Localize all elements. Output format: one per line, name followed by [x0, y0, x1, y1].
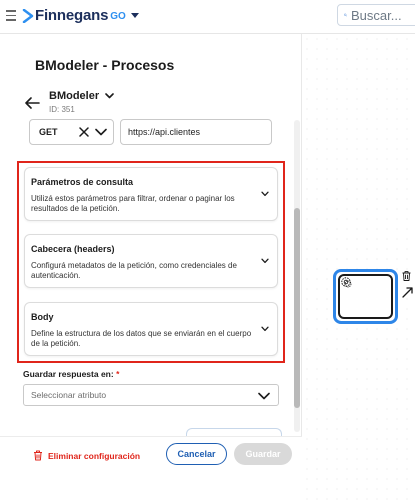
gear-icon — [341, 277, 352, 288]
scrollbar-thumb[interactable] — [294, 208, 300, 408]
connect-arrow-icon[interactable] — [402, 286, 414, 298]
chevron-down-icon[interactable] — [130, 12, 139, 19]
cancel-button[interactable]: Cancelar — [166, 443, 227, 465]
url-input[interactable]: https://api.clientes — [120, 119, 272, 145]
logo-text: Finnegans — [35, 7, 109, 24]
canvas-grid — [302, 34, 415, 500]
save-response-label-text: Guardar respuesta en: — [23, 369, 114, 379]
chevron-down-icon[interactable] — [95, 128, 107, 136]
trash-icon[interactable] — [402, 271, 411, 281]
page-title: BModeler - Procesos — [35, 57, 175, 73]
logo-suffix: GO — [110, 11, 126, 22]
delete-config-label: Eliminar configuración — [48, 450, 141, 461]
app-logo[interactable]: Finnegans GO — [22, 7, 139, 24]
model-id: ID: 351 — [49, 105, 75, 114]
model-selector[interactable]: BModeler — [49, 90, 114, 102]
accordion-title: Cabecera (headers) — [31, 244, 115, 254]
attribute-select-placeholder: Seleccionar atributo — [31, 390, 107, 400]
save-button[interactable]: Guardar — [234, 443, 292, 465]
accordion-title: Parámetros de consulta — [31, 177, 134, 187]
chevron-down-icon — [258, 392, 270, 400]
trash-icon — [34, 450, 42, 461]
menu-icon[interactable] — [6, 10, 16, 22]
search-icon — [344, 13, 347, 17]
accordion-title: Body — [31, 312, 54, 322]
chevron-down-icon — [261, 191, 269, 197]
attribute-select[interactable]: Seleccionar atributo — [23, 384, 279, 406]
model-name: BModeler — [49, 90, 100, 102]
method-value: GET — [39, 127, 58, 137]
method-select[interactable]: GET — [29, 119, 114, 145]
accordion-description: Configurá metadatos de la petición, como… — [31, 261, 237, 280]
accordion-body[interactable]: Body Define la estructura de los datos q… — [24, 302, 278, 356]
clear-x-icon[interactable] — [79, 127, 89, 137]
partial-button[interactable] — [186, 428, 282, 436]
bpmn-service-task[interactable] — [333, 269, 398, 324]
accordion-description: Define la estructura de los datos que se… — [31, 329, 252, 348]
delete-config-button[interactable]: Eliminar configuración — [33, 450, 140, 461]
search-input[interactable] — [351, 7, 415, 23]
save-response-label: Guardar respuesta en: * — [23, 369, 119, 379]
top-bar: Finnegans GO — [0, 0, 415, 34]
chevron-down-icon — [261, 326, 269, 332]
chevron-down-icon — [105, 93, 114, 99]
chevron-down-icon — [261, 258, 269, 264]
required-mark: * — [116, 369, 120, 379]
search-box[interactable] — [337, 4, 415, 26]
accordion-description: Utilizá estos parámetros para filtrar, o… — [31, 194, 235, 213]
logo-arrow-icon — [22, 8, 34, 23]
back-arrow-icon[interactable] — [24, 97, 40, 109]
accordion-query-params[interactable]: Parámetros de consulta Utilizá estos par… — [24, 167, 278, 221]
accordion-headers[interactable]: Cabecera (headers) Configurá metadatos d… — [24, 234, 278, 288]
